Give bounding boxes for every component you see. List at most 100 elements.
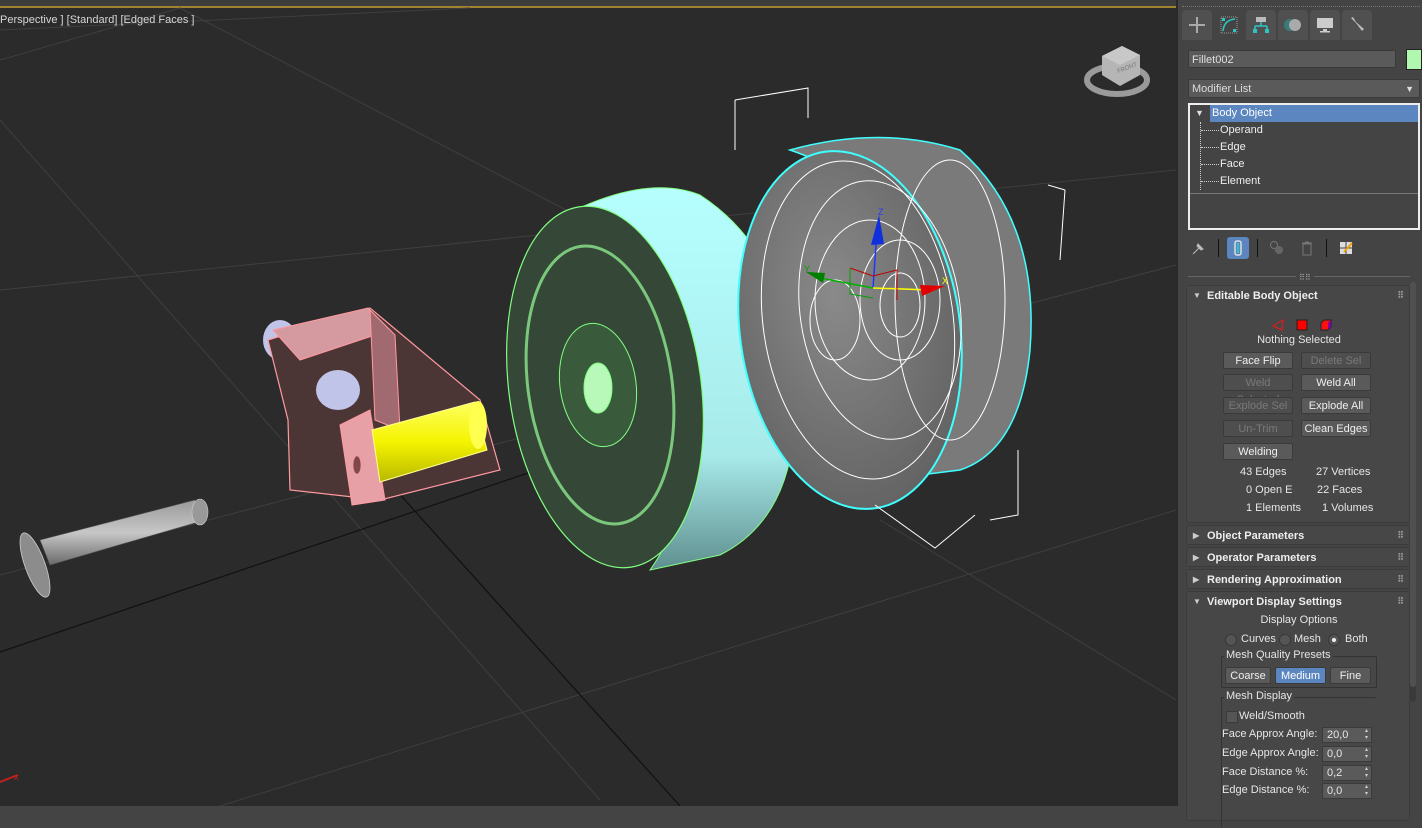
configure-modifier-sets-button[interactable] bbox=[1335, 237, 1357, 259]
viewport-pov-menu[interactable]: Perspective bbox=[0, 14, 57, 26]
sub-object-selection-icons bbox=[1271, 318, 1333, 332]
edges-count: 43 Edges bbox=[1240, 466, 1287, 478]
display-options-label: Display Options bbox=[1260, 614, 1338, 626]
command-panel: Fillet002 Modifier List ▼ ▼ Body Object Op… bbox=[1176, 0, 1422, 828]
stack-subitem-operand[interactable]: Operand bbox=[1190, 122, 1418, 139]
viewport-shading-preset-menu[interactable]: Standard bbox=[70, 14, 115, 26]
rollout-viewport-display-settings: ▼ Viewport Display Settings ⠿ Display Opti… bbox=[1186, 591, 1410, 828]
object-name-input[interactable]: Fillet002 bbox=[1188, 50, 1396, 68]
face-distance-spinner[interactable]: 0,2 bbox=[1322, 765, 1372, 781]
weld-selected-button[interactable]: Weld Selected bbox=[1223, 374, 1293, 406]
elements-count: 1 Elements bbox=[1246, 502, 1302, 514]
preset-fine-button[interactable]: Fine bbox=[1330, 667, 1371, 684]
stack-subitem-element[interactable]: Element bbox=[1190, 173, 1418, 190]
preset-medium-button[interactable]: Medium bbox=[1275, 667, 1326, 684]
gizmo-x-label: X bbox=[942, 276, 948, 286]
gizmo-y-label: Y bbox=[804, 264, 810, 274]
tab-hierarchy[interactable] bbox=[1246, 10, 1276, 40]
edge-approx-angle-spinner[interactable]: 0,0 bbox=[1322, 746, 1372, 762]
edge-approx-angle-label: Edge Approx Angle: bbox=[1222, 747, 1319, 759]
tab-display[interactable] bbox=[1310, 10, 1340, 40]
clean-edges-button[interactable]: Clean Edges bbox=[1301, 420, 1371, 437]
scrollbar-thumb[interactable] bbox=[1410, 282, 1416, 687]
rollout-drag-grip[interactable]: ⠿⠿ bbox=[1296, 273, 1314, 282]
rollout-rendering-approximation: ▶ Rendering Approximation ⠿ bbox=[1186, 569, 1410, 589]
mesh-radio-label: Mesh bbox=[1294, 633, 1321, 645]
explode-sel-button[interactable]: Explode Sel bbox=[1223, 397, 1293, 414]
rollout-header-viewport-display-settings[interactable]: ▼ Viewport Display Settings ⠿ bbox=[1187, 592, 1409, 612]
tab-modify[interactable] bbox=[1214, 10, 1244, 40]
curves-radio[interactable] bbox=[1225, 634, 1237, 646]
configure-sets-icon bbox=[1340, 242, 1353, 254]
rollout-header-rendering-approximation[interactable]: ▶ Rendering Approximation ⠿ bbox=[1187, 570, 1409, 590]
rollout-object-parameters: ▶ Object Parameters ⠿ bbox=[1186, 525, 1410, 545]
edge-distance-spinner[interactable]: 0,0 bbox=[1322, 783, 1372, 799]
stack-subitem-edge[interactable]: Edge bbox=[1190, 139, 1418, 156]
remove-modifier-button[interactable] bbox=[1296, 237, 1318, 259]
collapse-triangle-icon: ▼ bbox=[1193, 597, 1201, 606]
drag-grip-icon: ⠿ bbox=[1397, 596, 1404, 606]
perspective-viewport[interactable]: x Z Y X FRONT Perspective] [Standard] [… bbox=[0, 0, 1176, 806]
face-approx-angle-spinner[interactable]: 20,0 bbox=[1322, 727, 1372, 743]
collapse-triangle-icon: ▼ bbox=[1193, 291, 1201, 300]
modifier-list-dropdown[interactable]: Modifier List ▼ bbox=[1188, 79, 1420, 98]
drag-grip-icon: ⠿ bbox=[1397, 530, 1404, 540]
object-color-swatch[interactable] bbox=[1406, 49, 1422, 70]
viewport-label: Perspective ] [Standard] [Edged Faces ] bbox=[0, 14, 195, 26]
viewport-display-style-menu[interactable]: Edged Faces bbox=[124, 14, 189, 26]
un-trim-button[interactable]: Un-Trim bbox=[1223, 420, 1293, 437]
vertices-count: 27 Vertices bbox=[1316, 466, 1371, 478]
toolbar-separator bbox=[1257, 239, 1258, 257]
modify-curve-icon bbox=[1220, 16, 1238, 34]
toolbar-separator bbox=[1326, 239, 1327, 257]
selection-status: Nothing Selected bbox=[1257, 334, 1341, 346]
rollout-editable-body-object: ▼ Editable Body Object ⠿ Nothing Selected … bbox=[1186, 285, 1410, 523]
mesh-display-group: Mesh Display Weld/Smooth Face Approx Ang… bbox=[1221, 690, 1376, 828]
show-end-result-button[interactable] bbox=[1227, 237, 1249, 259]
rollout-header-editable-body-object[interactable]: ▼ Editable Body Object ⠿ bbox=[1187, 286, 1409, 306]
welding-button[interactable]: Welding bbox=[1223, 443, 1293, 460]
expand-triangle-icon: ▶ bbox=[1193, 553, 1200, 562]
tab-motion[interactable] bbox=[1278, 10, 1308, 40]
rollout-header-operator-parameters[interactable]: ▶ Operator Parameters ⠿ bbox=[1187, 548, 1409, 568]
mesh-quality-presets-group: Mesh Quality Presets Coarse Medium Fine bbox=[1221, 649, 1377, 688]
weld-smooth-checkbox[interactable] bbox=[1226, 711, 1238, 723]
both-radio-label: Both bbox=[1345, 633, 1368, 645]
viewcube[interactable]: FRONT bbox=[1084, 46, 1150, 97]
motion-icon bbox=[1284, 19, 1301, 31]
weld-smooth-label: Weld/Smooth bbox=[1239, 710, 1305, 722]
weld-all-button[interactable]: Weld All bbox=[1301, 374, 1371, 391]
stack-item-body-object[interactable]: ▼ Body Object bbox=[1190, 105, 1418, 122]
edge-select-icon[interactable] bbox=[1271, 318, 1285, 332]
delete-sel-button[interactable]: Delete Sel bbox=[1301, 352, 1371, 369]
display-monitor-icon bbox=[1317, 18, 1333, 33]
gizmo-z-label: Z bbox=[878, 207, 884, 217]
edge-distance-label: Edge Distance %: bbox=[1222, 784, 1310, 796]
element-select-icon[interactable] bbox=[1319, 318, 1333, 332]
pin-stack-button[interactable] bbox=[1188, 237, 1210, 259]
expand-triangle-icon[interactable]: ▼ bbox=[1195, 105, 1204, 122]
command-panel-scrollbar[interactable] bbox=[1410, 282, 1416, 702]
make-unique-button[interactable] bbox=[1266, 237, 1288, 259]
curves-radio-label: Curves bbox=[1241, 633, 1276, 645]
preset-coarse-button[interactable]: Coarse bbox=[1225, 667, 1271, 684]
mesh-radio[interactable] bbox=[1279, 634, 1291, 646]
face-select-icon[interactable] bbox=[1295, 318, 1309, 332]
wrench-icon bbox=[1351, 17, 1364, 31]
both-radio[interactable] bbox=[1328, 634, 1340, 646]
explode-all-button[interactable]: Explode All bbox=[1301, 397, 1371, 414]
rollout-header-object-parameters[interactable]: ▶ Object Parameters ⠿ bbox=[1187, 526, 1409, 546]
panel-drag-handle[interactable] bbox=[1182, 6, 1420, 8]
mesh-display-label: Mesh Display bbox=[1224, 690, 1295, 702]
expand-triangle-icon: ▶ bbox=[1193, 531, 1200, 540]
mesh-quality-presets-label: Mesh Quality Presets bbox=[1224, 649, 1333, 661]
tab-create[interactable] bbox=[1182, 10, 1212, 40]
chevron-down-icon: ▼ bbox=[1405, 84, 1414, 94]
scene-canvas[interactable]: x Z Y X FRONT bbox=[0, 0, 1176, 806]
tab-utilities[interactable] bbox=[1342, 10, 1372, 40]
volumes-count: 1 Volumes bbox=[1322, 502, 1374, 514]
pin-icon bbox=[1192, 243, 1204, 255]
face-flip-button[interactable]: Face Flip bbox=[1223, 352, 1293, 369]
stack-subitem-face[interactable]: Face bbox=[1190, 156, 1418, 173]
faces-count: 22 Faces bbox=[1317, 484, 1363, 496]
